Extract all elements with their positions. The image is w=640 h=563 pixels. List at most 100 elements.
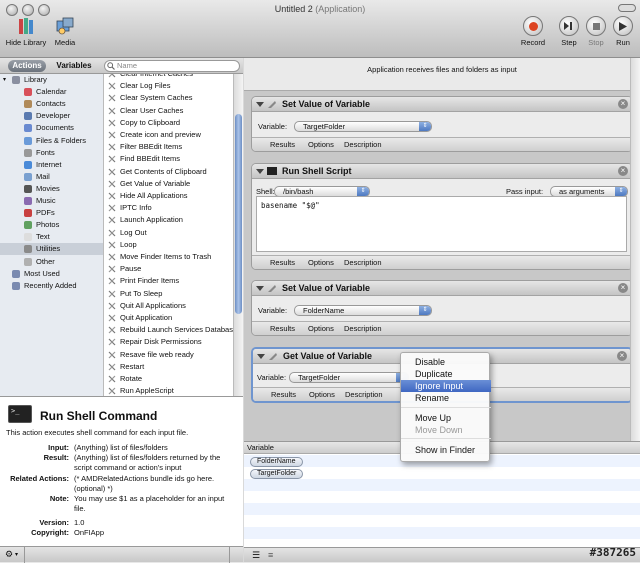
variable-token-foldername[interactable]: FolderName bbox=[250, 457, 303, 467]
library-item[interactable]: Recently Added bbox=[0, 280, 103, 292]
action-list-item[interactable]: Quit Application bbox=[104, 312, 233, 324]
action-list-item[interactable]: Clear System Caches bbox=[104, 92, 233, 104]
library-item[interactable]: Movies bbox=[0, 183, 103, 195]
step-icon bbox=[559, 16, 579, 36]
run-button[interactable]: Run bbox=[612, 16, 634, 47]
results-tab[interactable]: Results bbox=[270, 138, 295, 151]
library-item[interactable]: PDFs bbox=[0, 207, 103, 219]
search-input[interactable]: Name bbox=[104, 60, 240, 72]
action-list-item[interactable]: Get Contents of Clipboard bbox=[104, 166, 233, 178]
action-list-item[interactable]: Rebuild Launch Services Database bbox=[104, 324, 233, 336]
description-tab[interactable]: Description bbox=[345, 388, 383, 401]
action-list-item[interactable]: Create icon and preview bbox=[104, 129, 233, 141]
disclosure-triangle-icon[interactable] bbox=[256, 286, 264, 291]
record-button[interactable]: Record bbox=[518, 16, 548, 47]
close-icon[interactable]: × bbox=[618, 166, 628, 176]
disclosure-triangle-icon[interactable] bbox=[257, 354, 265, 359]
toolbar-toggle-button[interactable] bbox=[618, 4, 636, 12]
options-tab[interactable]: Options bbox=[308, 138, 334, 151]
context-menu-item[interactable]: Ignore Input bbox=[401, 380, 491, 392]
options-tab[interactable]: Options bbox=[309, 388, 335, 401]
context-menu-item[interactable]: Disable bbox=[401, 356, 491, 368]
action-list-item[interactable]: Copy to Clipboard bbox=[104, 117, 233, 129]
library-item[interactable]: Utilities bbox=[0, 243, 103, 256]
disclosure-triangle-icon[interactable]: ▾ bbox=[3, 74, 6, 86]
library-item[interactable]: Other bbox=[0, 256, 103, 268]
results-tab[interactable]: Results bbox=[270, 256, 295, 269]
description-tab[interactable]: Description bbox=[344, 256, 382, 269]
context-menu-item[interactable]: Move Up bbox=[401, 412, 491, 424]
actions-scrollbar[interactable] bbox=[233, 74, 243, 396]
media-button[interactable]: Media bbox=[52, 16, 78, 47]
close-icon[interactable]: × bbox=[617, 351, 627, 361]
action-card-run-shell-script[interactable]: Run Shell Script × Shell: /bin/bash ⇕ Pas… bbox=[251, 163, 633, 270]
chevron-down-icon[interactable]: ▾ bbox=[15, 551, 18, 558]
library-item[interactable]: ▾ Library bbox=[0, 74, 103, 86]
action-card-set-variable-2[interactable]: Set Value of Variable × Variable: Folder… bbox=[251, 280, 633, 336]
variable-token-targetfolder[interactable]: TargetFolder bbox=[250, 469, 304, 479]
action-list-item[interactable]: Print Finder Items bbox=[104, 275, 233, 287]
tab-actions[interactable]: Actions bbox=[8, 60, 46, 72]
description-tab[interactable]: Description bbox=[344, 138, 382, 151]
results-tab[interactable]: Results bbox=[271, 388, 296, 401]
shell-script-editor[interactable]: basename "$@" bbox=[256, 196, 627, 252]
action-list-item[interactable]: Launch Application bbox=[104, 214, 233, 226]
action-list-item[interactable]: Clear Log Files bbox=[104, 80, 233, 92]
disclosure-triangle-icon[interactable] bbox=[256, 169, 264, 174]
workflow-scrollbar[interactable] bbox=[630, 58, 640, 441]
action-list-item[interactable]: Run AppleScript bbox=[104, 385, 233, 396]
pane-resize-handle[interactable] bbox=[229, 547, 243, 563]
library-item[interactable]: Developer bbox=[0, 110, 103, 122]
variable-popup[interactable]: TargetFolder⇕ bbox=[294, 121, 432, 132]
variable-popup[interactable]: TargetFolder⇕ bbox=[289, 372, 409, 383]
action-list-item[interactable]: Get Value of Variable bbox=[104, 178, 233, 190]
library-item[interactable]: Internet bbox=[0, 159, 103, 171]
action-list-item[interactable]: Put To Sleep bbox=[104, 288, 233, 300]
options-tab[interactable]: Options bbox=[308, 256, 334, 269]
library-item[interactable]: Most Used bbox=[0, 268, 103, 280]
stop-button[interactable]: Stop bbox=[585, 16, 607, 47]
tab-variables[interactable]: Variables bbox=[50, 60, 98, 72]
list-view-icon[interactable]: ☰ bbox=[252, 550, 260, 561]
action-list-item[interactable]: Find BBEdit Items bbox=[104, 153, 233, 165]
variable-popup[interactable]: FolderName ⇕ bbox=[294, 305, 432, 316]
step-button[interactable]: Step bbox=[558, 16, 580, 47]
action-list-item[interactable]: IPTC Info bbox=[104, 202, 233, 214]
action-icon bbox=[108, 155, 116, 163]
actions-scroll-thumb[interactable] bbox=[235, 114, 242, 314]
library-item[interactable]: Calendar bbox=[0, 86, 103, 98]
action-list-item[interactable]: Log Out bbox=[104, 227, 233, 239]
action-list-item[interactable]: Rotate bbox=[104, 373, 233, 385]
results-tab[interactable]: Results bbox=[270, 322, 295, 335]
context-menu-item[interactable]: Rename bbox=[401, 392, 491, 404]
library-item[interactable]: Contacts bbox=[0, 98, 103, 110]
action-list-item[interactable]: Quit All Applications bbox=[104, 300, 233, 312]
disclosure-triangle-icon[interactable] bbox=[256, 102, 264, 107]
action-list-item[interactable]: Move Finder Items to Trash bbox=[104, 251, 233, 263]
library-item[interactable]: Files & Folders bbox=[0, 135, 103, 147]
library-item[interactable]: Mail bbox=[0, 171, 103, 183]
action-card-set-variable-1[interactable]: Set Value of Variable × Variable: Target… bbox=[251, 96, 633, 152]
library-item[interactable]: Text bbox=[0, 231, 103, 243]
action-list-item[interactable]: Resave file web ready bbox=[104, 349, 233, 361]
action-list-item[interactable]: Loop bbox=[104, 239, 233, 251]
close-icon[interactable]: × bbox=[618, 99, 628, 109]
library-item[interactable]: Photos bbox=[0, 219, 103, 231]
action-list-item[interactable]: Restart bbox=[104, 361, 233, 373]
close-icon[interactable]: × bbox=[618, 283, 628, 293]
description-tab[interactable]: Description bbox=[344, 322, 382, 335]
action-list-item[interactable]: Filter BBEdit Items bbox=[104, 141, 233, 153]
options-tab[interactable]: Options bbox=[308, 322, 334, 335]
flow-view-icon[interactable]: ≡ bbox=[268, 550, 273, 560]
gear-icon[interactable]: ⚙ bbox=[5, 549, 13, 560]
hide-library-button[interactable]: Hide Library bbox=[4, 16, 48, 47]
action-list-item[interactable]: Pause bbox=[104, 263, 233, 275]
library-item[interactable]: Music bbox=[0, 195, 103, 207]
context-menu-item[interactable]: Duplicate bbox=[401, 368, 491, 380]
context-menu-item[interactable]: Show in Finder bbox=[401, 444, 491, 456]
action-list-item[interactable]: Clear User Caches bbox=[104, 105, 233, 117]
action-list-item[interactable]: Repair Disk Permissions bbox=[104, 336, 233, 348]
library-item[interactable]: Documents bbox=[0, 122, 103, 134]
library-item[interactable]: Fonts bbox=[0, 147, 103, 159]
action-list-item[interactable]: Hide All Applications bbox=[104, 190, 233, 202]
